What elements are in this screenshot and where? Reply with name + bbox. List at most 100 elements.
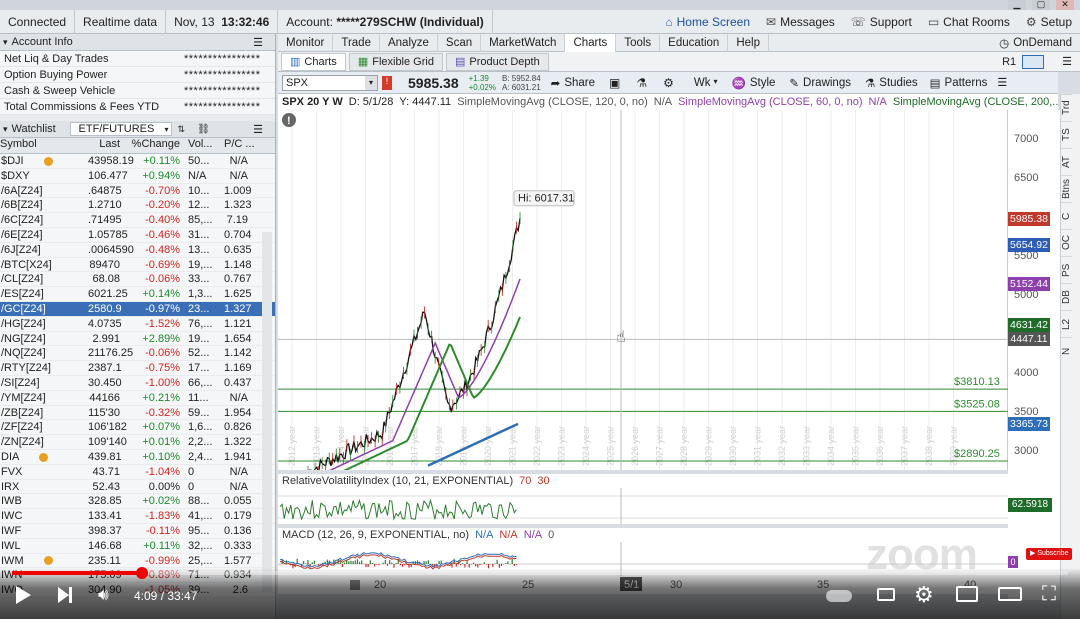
rvi-pane[interactable]: RelativeVolatilityIndex (10, 21, EXPONEN… (278, 474, 1008, 524)
symbol-input[interactable]: SPX ▾ (282, 74, 378, 91)
tab-help[interactable]: Help (728, 33, 769, 52)
fullscreen-icon[interactable]: ⛶ (1042, 583, 1056, 606)
account-info-header[interactable]: ▾ Account Info ☰ (0, 34, 275, 51)
patterns-button[interactable]: ▤ Patterns (930, 76, 988, 90)
table-row[interactable]: /ZF[Z24] 106'182 +0.07% 1,6... 0.826 (0, 420, 275, 436)
table-row[interactable]: /ZB[Z24] 115'30 -0.32% 59... 1.954 (0, 406, 275, 421)
table-row[interactable]: /BTC[X24] 89470 -0.69% 19,... 1.148 (0, 258, 275, 273)
tab-flexible-grid[interactable]: ▦ Flexible Grid (348, 52, 443, 71)
column-header-pc[interactable]: P/C ... (224, 138, 268, 153)
tab-tools[interactable]: Tools (616, 33, 661, 52)
table-row[interactable]: IWF 398.37 -0.11% 95... 0.136 (0, 524, 275, 539)
tab-education[interactable]: Education (660, 33, 729, 52)
right-sidebar-item-oc[interactable]: OC (1061, 229, 1072, 256)
column-header-volume[interactable]: Vol... (180, 138, 224, 153)
price-axis[interactable]: 700065006000550050004500400035003000 598… (1008, 110, 1060, 600)
column-header-symbol[interactable]: Symbol (0, 138, 88, 153)
progress-knob[interactable] (135, 567, 148, 579)
study-sma120[interactable]: SimpleMovingAvg (CLOSE, 120, 0, no) (457, 96, 648, 108)
table-row[interactable]: /YM[Z24] 44166 +0.21% 11... N/A (0, 391, 275, 406)
setup-button[interactable]: ⚙ Setup (1018, 10, 1080, 34)
table-row[interactable]: /ES[Z24] 6021.25 +0.14% 1,3... 1.625 (0, 287, 275, 302)
tab-charts[interactable]: ▥ Charts (281, 52, 346, 71)
price-chart[interactable]: 2012 year 2013 year 2014 year 2015 year 2016… (278, 110, 1008, 482)
table-row[interactable]: /6A[Z24] .64875 -0.70% 10... 1.009 (0, 184, 275, 199)
table-row[interactable]: IWB 328.85 +0.02% 88... 0.055 (0, 494, 275, 510)
drawings-button[interactable]: ✎ Drawings (789, 76, 851, 90)
table-row[interactable]: /RTY[Z24] 2387.1 -0.75% 17... 1.169 (0, 361, 275, 376)
table-row[interactable]: DIA 439.81 +0.10% 2,4... 1.941 (0, 450, 275, 465)
progress-track[interactable] (12, 567, 1068, 579)
tab-trade[interactable]: Trade (333, 33, 380, 52)
table-row[interactable]: /6B[Z24] 1.2710 -0.20% 12... 1.323 (0, 198, 275, 214)
right-sidebar-item-c[interactable]: C (1061, 202, 1072, 229)
right-sidebar-item-btns[interactable]: Btns (1061, 175, 1072, 202)
table-row[interactable]: IRX 52.43 0.00% 0 N/A (0, 480, 275, 495)
table-row[interactable]: /HG[Z24] 4.0735 -1.52% 76,... 1.121 (0, 317, 275, 332)
theater-mode-icon[interactable] (998, 587, 1022, 601)
account-selector[interactable]: Account: *****279SCHW (Individual) (278, 9, 493, 34)
gear-icon[interactable]: ⚙ (663, 76, 674, 90)
layout-box-icon[interactable] (1022, 54, 1045, 69)
alert-flag-icon[interactable]: ! (382, 75, 392, 90)
table-row[interactable]: /6J[Z24] .0064590 -0.48% 13... 0.635 (0, 243, 275, 258)
right-sidebar-item-n[interactable]: N (1061, 337, 1072, 364)
r1-label[interactable]: R1 (1002, 56, 1016, 68)
link-icon[interactable]: ⛓ (197, 124, 210, 135)
support-button[interactable]: ☏ Support (843, 10, 920, 34)
table-row[interactable]: /6C[Z24] .71495 -0.40% 85,... 7.19 (0, 213, 275, 228)
tab-monitor[interactable]: Monitor (278, 33, 334, 52)
sort-icon[interactable]: ⇅ (178, 124, 186, 135)
share-button[interactable]: ➦ Share (551, 76, 595, 90)
menu-icon[interactable]: ☰ (253, 123, 263, 136)
table-row[interactable]: /ZN[Z24] 109'140 +0.01% 2,2... 1.322 (0, 435, 275, 450)
flask-icon[interactable]: ⚗ (636, 76, 647, 90)
collapse-icon[interactable]: ▾ (3, 37, 8, 48)
table-row[interactable]: FVX 43.71 -1.04% 0 N/A (0, 465, 275, 480)
grid-options-icon[interactable]: ☰ (1062, 55, 1072, 68)
volume-icon[interactable]: 🔊︎ (98, 585, 109, 605)
miniplayer-icon[interactable] (956, 586, 978, 602)
table-row[interactable]: /6E[Z24] 1.05785 -0.46% 31... 0.704 (0, 228, 275, 243)
table-row[interactable]: $DJI 43958.19 +0.11% 50... N/A (0, 154, 275, 169)
tab-analyze[interactable]: Analyze (380, 33, 438, 52)
tab-charts[interactable]: Charts (565, 33, 617, 52)
table-row[interactable]: /SI[Z24] 30.450 -1.00% 66,... 0.437 (0, 376, 275, 391)
table-row[interactable]: IWL 146.68 +0.11% 32,... 0.333 (0, 539, 275, 554)
play-button[interactable] (16, 586, 31, 604)
right-sidebar-item-ts[interactable]: TS (1061, 121, 1072, 148)
table-row[interactable]: /NQ[Z24] 21176.25 -0.06% 52... 1.142 (0, 346, 275, 362)
table-row[interactable]: /CL[Z24] 68.08 -0.06% 33... 0.767 (0, 272, 275, 288)
study-sma60[interactable]: SimpleMovingAvg (CLOSE, 60, 0, no) (678, 96, 862, 108)
chevron-down-icon[interactable]: ▾ (365, 75, 377, 90)
settings-icon[interactable]: ⚙ (914, 582, 934, 608)
table-row[interactable]: IWM 235.11 -0.99% 25,... 1.577 (0, 554, 275, 569)
minimize-icon[interactable]: ▁ (1008, 0, 1026, 10)
table-row[interactable]: /GC[Z24] 2580.9 -0.97% 23... 1.327 (0, 301, 275, 317)
right-sidebar-item-at[interactable]: AT (1061, 148, 1072, 175)
autoplay-toggle[interactable] (826, 590, 852, 602)
subtitles-icon[interactable] (877, 588, 895, 601)
study-sma200[interactable]: SimpleMovingAvg (CLOSE, 200,... (893, 96, 1058, 108)
style-button[interactable]: ♒ Style (732, 76, 776, 90)
menu-icon[interactable]: ☰ (253, 36, 263, 49)
left-scrollbar[interactable] (262, 232, 272, 592)
column-header-last[interactable]: Last (88, 138, 120, 153)
table-row[interactable]: IWC 133.41 -1.83% 41,... 0.179 (0, 509, 275, 524)
table-row[interactable]: $DXY 106.477 +0.94% N/A N/A (0, 169, 275, 184)
toolbar-menu-icon[interactable]: ☰ (997, 76, 1007, 89)
tab-product-depth[interactable]: ▤ Product Depth (445, 52, 549, 71)
chart-settings-icon[interactable]: ▣ (609, 76, 620, 90)
maximize-icon[interactable]: ▢ (1032, 0, 1050, 10)
collapse-icon[interactable]: ▾ (3, 124, 8, 135)
right-sidebar-item-ps[interactable]: PS (1061, 256, 1072, 283)
messages-button[interactable]: ✉ Messages (758, 10, 843, 34)
next-button[interactable] (58, 587, 72, 603)
home-screen-button[interactable]: ⌂ Home Screen (657, 10, 758, 34)
right-sidebar-item-l2[interactable]: L2 (1061, 310, 1072, 337)
close-window-icon[interactable]: ✕ (1056, 0, 1074, 10)
studies-button[interactable]: ⚗ Studies (865, 76, 918, 90)
chat-rooms-button[interactable]: ▭ Chat Rooms (920, 10, 1018, 34)
right-sidebar-item-trd[interactable]: Trd (1061, 94, 1072, 121)
tab-marketwatch[interactable]: MarketWatch (481, 33, 566, 52)
